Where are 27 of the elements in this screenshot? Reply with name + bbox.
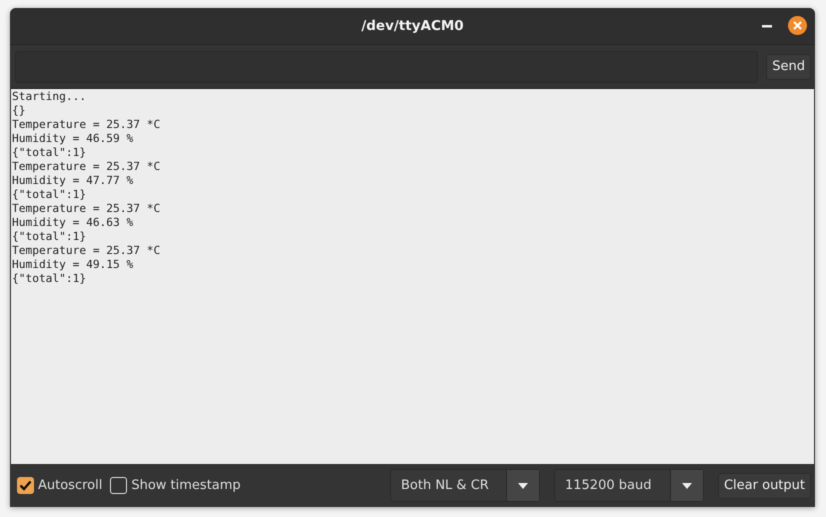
dropdown[interactable]: Both NL & CR	[390, 469, 540, 502]
output-line: Temperature = 25.37 *C	[12, 244, 160, 258]
minimize-icon[interactable]	[762, 24, 772, 28]
checkbox-label[interactable]: Autoscroll	[38, 478, 102, 493]
checkbox[interactable]	[17, 477, 34, 494]
checkbox[interactable]	[110, 477, 128, 494]
close-icon[interactable]	[788, 16, 807, 35]
output-line: {"total":1}	[12, 272, 86, 286]
output-line: Temperature = 25.37 *C	[12, 118, 160, 132]
output-line: {"total":1}	[12, 188, 86, 202]
output-line: {"total":1}	[12, 146, 86, 160]
output-line: Humidity = 47.77 %	[12, 174, 134, 188]
dropdown[interactable]: 115200 baud	[554, 469, 704, 502]
output-line: Humidity = 49.15 %	[12, 258, 134, 272]
output-line: Starting...	[12, 90, 86, 104]
output-line: Temperature = 25.37 *C	[12, 160, 160, 174]
output-line: {}	[12, 104, 26, 118]
dropdown-arrow-icon	[682, 482, 692, 488]
send-button[interactable]: Send	[766, 54, 811, 80]
output-line: Temperature = 25.37 *C	[12, 202, 160, 216]
output-line: Humidity = 46.63 %	[12, 216, 134, 230]
checkbox-label[interactable]: Show timestamp	[131, 478, 241, 493]
dropdown-arrow-icon	[518, 482, 528, 488]
output-line: {"total":1}	[12, 230, 86, 244]
clear-output-button[interactable]: Clear output	[718, 472, 811, 498]
window-title: /dev/ttyACM0	[361, 18, 464, 34]
output-line: Humidity = 46.59 %	[12, 132, 134, 146]
